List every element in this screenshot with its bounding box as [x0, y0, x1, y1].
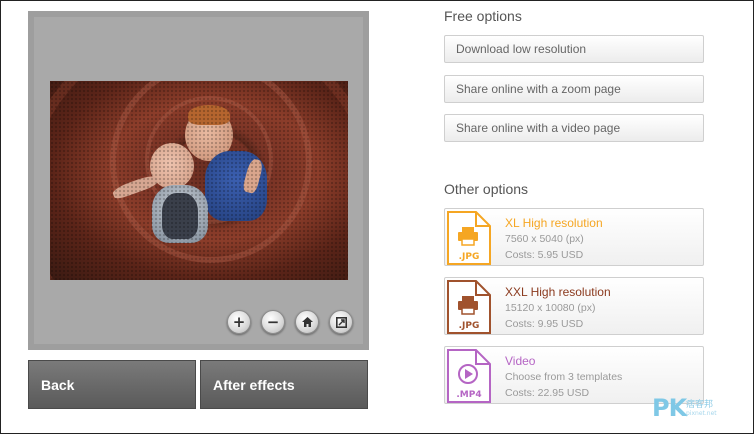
zoom-out-button[interactable]: −: [261, 310, 285, 334]
zoom-in-button[interactable]: +: [227, 310, 251, 334]
option-cost: Costs: 5.95 USD: [505, 249, 584, 261]
option-cost: Costs: 22.95 USD: [505, 387, 590, 399]
option-title: XL High resolution: [505, 216, 603, 230]
plus-icon: +: [232, 312, 246, 331]
option-title: XXL High resolution: [505, 285, 611, 299]
after-effects-button-label: After effects: [213, 376, 295, 393]
button-label: Share online with a zoom page: [456, 82, 621, 96]
watermark-text: 痞客邦: [686, 400, 714, 410]
home-icon: [301, 317, 313, 327]
free-options-title: Free options: [444, 8, 522, 24]
other-options-title: Other options: [444, 181, 529, 197]
watermark-logo: PK 痞客邦 pixnet.net: [652, 394, 732, 424]
preview-canvas: + −: [34, 17, 363, 344]
option-resolution: 15120 x 10080 (px): [505, 302, 596, 314]
after-effects-button[interactable]: After effects: [200, 360, 368, 409]
back-button[interactable]: Back: [28, 360, 196, 409]
preview-panel: + −: [28, 11, 369, 350]
option-xl-high-resolution[interactable]: .JPG XL High resolution 7560 x 5040 (px)…: [444, 208, 704, 266]
file-badge: .JPG: [459, 321, 480, 331]
button-label: Download low resolution: [456, 42, 587, 56]
file-badge: .MP4: [456, 390, 481, 400]
fullscreen-icon: [335, 316, 347, 328]
file-badge: .JPG: [459, 252, 480, 262]
minus-icon: −: [266, 312, 280, 331]
zoom-controls: + −: [227, 310, 353, 334]
option-xxl-high-resolution[interactable]: .JPG XXL High resolution 15120 x 10080 (…: [444, 277, 704, 335]
share-video-page-button[interactable]: Share online with a video page: [444, 114, 704, 142]
watermark-pk: PK: [652, 394, 687, 422]
option-templates: Choose from 3 templates: [505, 371, 623, 383]
mosaic-photo[interactable]: [50, 81, 348, 280]
option-title: Video: [505, 354, 536, 368]
watermark-sub: pixnet.net: [686, 410, 717, 417]
mp4-file-icon: .MP4: [447, 349, 491, 403]
back-button-label: Back: [41, 376, 75, 393]
download-low-resolution-button[interactable]: Download low resolution: [444, 35, 704, 63]
jpg-file-icon: .JPG: [447, 280, 491, 334]
jpg-file-icon: .JPG: [447, 211, 491, 265]
fullscreen-button[interactable]: [329, 310, 353, 334]
share-zoom-page-button[interactable]: Share online with a zoom page: [444, 75, 704, 103]
option-cost: Costs: 9.95 USD: [505, 318, 584, 330]
button-label: Share online with a video page: [456, 121, 621, 135]
zoom-reset-button[interactable]: [295, 310, 319, 334]
option-resolution: 7560 x 5040 (px): [505, 233, 584, 245]
